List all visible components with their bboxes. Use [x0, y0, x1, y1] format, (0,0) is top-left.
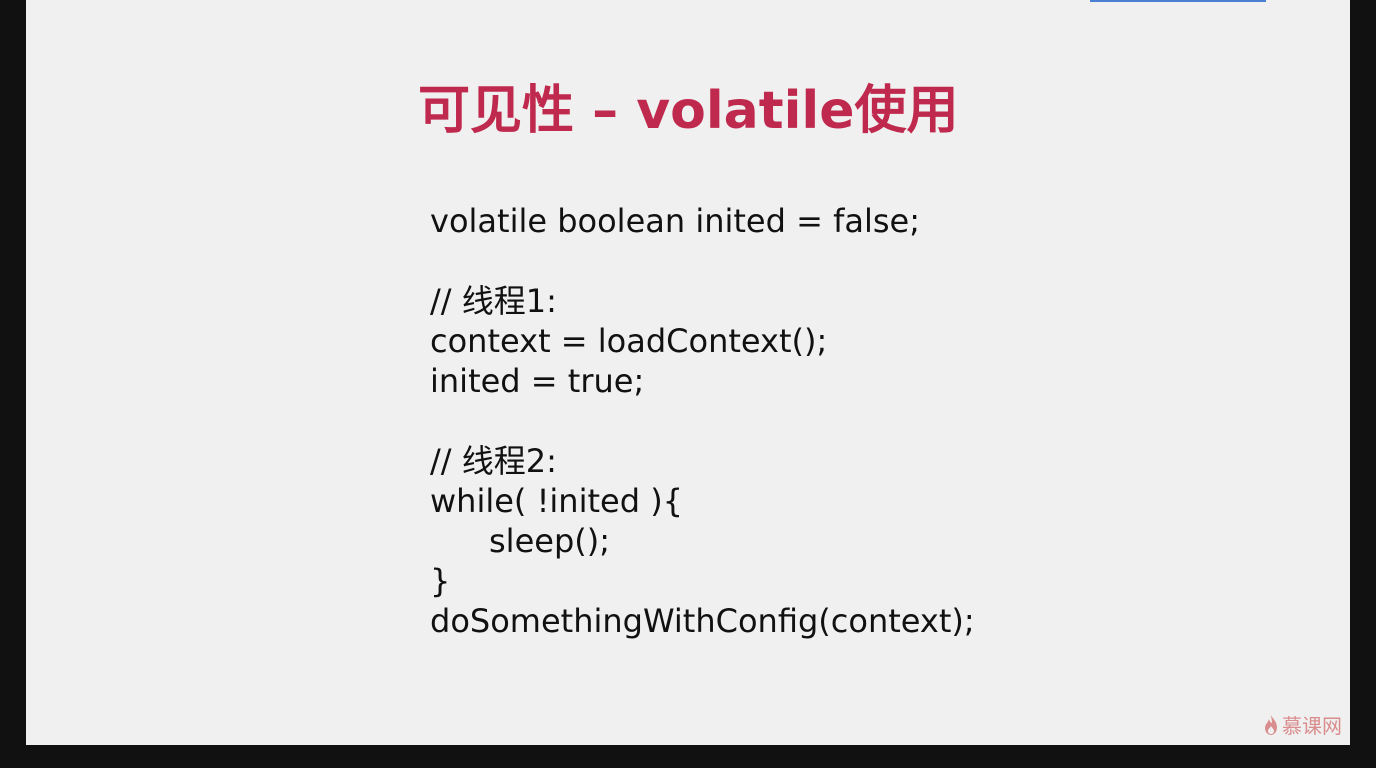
video-frame: 可见性 – volatile使用 volatile boolean inited… — [0, 0, 1376, 768]
code-line: context = loadContext(); — [430, 322, 828, 360]
code-line: inited = true; — [430, 362, 645, 400]
watermark-logo: 慕课网 — [1263, 710, 1342, 739]
code-line: volatile boolean inited = false; — [430, 202, 920, 240]
code-line: doSomethingWithConfig(context); — [430, 602, 975, 640]
code-block: volatile boolean inited = false; // 线程1:… — [430, 201, 975, 641]
top-accent-bar — [1090, 0, 1266, 2]
watermark-text: 慕课网 — [1282, 714, 1342, 738]
code-line: } — [430, 562, 451, 600]
code-line: while( !inited ){ — [430, 482, 684, 520]
code-comment: // 线程1: — [430, 282, 557, 320]
slide: 可见性 – volatile使用 volatile boolean inited… — [26, 0, 1350, 745]
code-comment: // 线程2: — [430, 442, 557, 480]
code-line: sleep(); — [489, 522, 610, 560]
flame-icon — [1265, 714, 1277, 735]
slide-title: 可见性 – volatile使用 — [418, 81, 959, 141]
